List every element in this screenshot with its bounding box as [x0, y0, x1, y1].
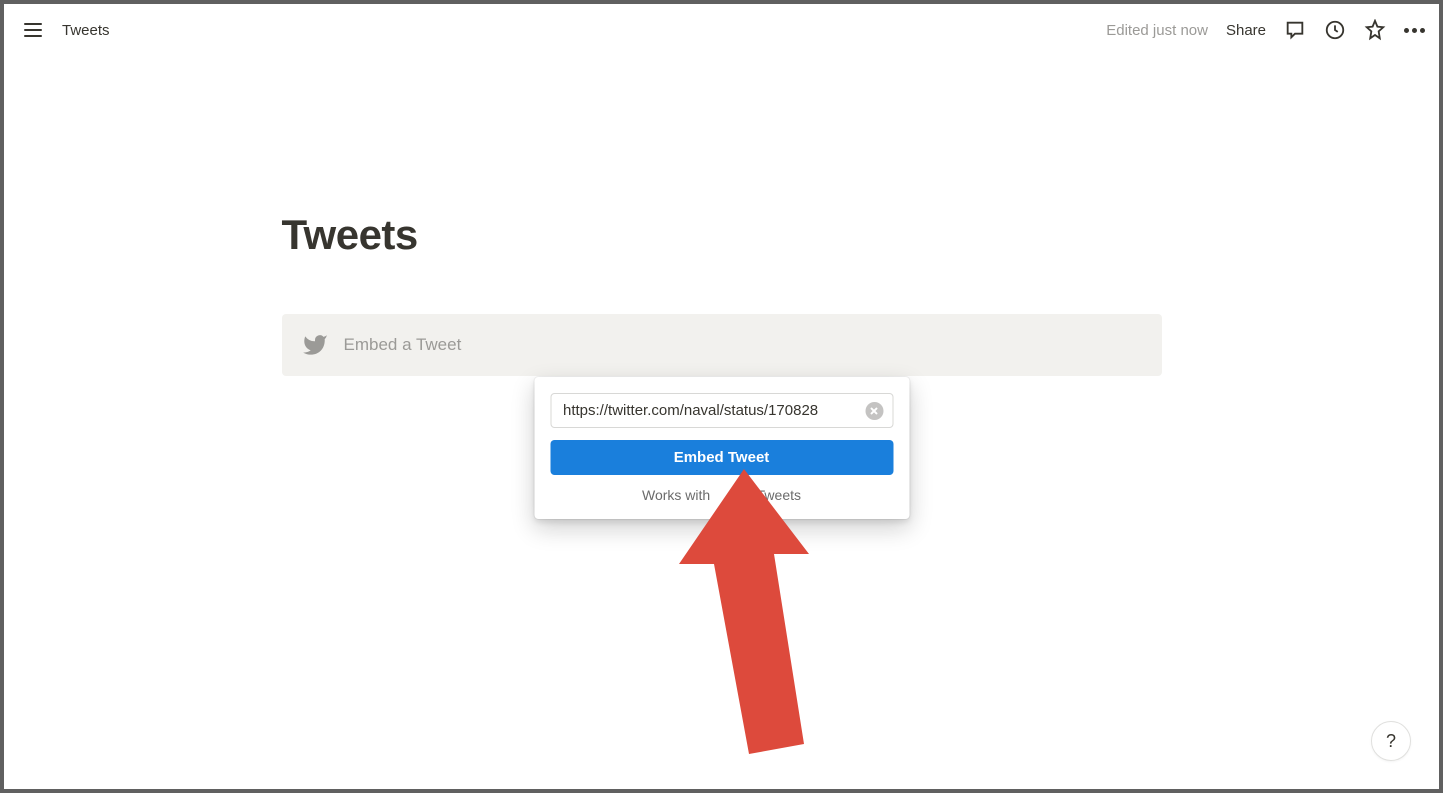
embed-placeholder: Embed a Tweet — [344, 335, 462, 355]
topbar-right: Edited just now Share — [1106, 19, 1425, 41]
help-button[interactable]: ? — [1371, 721, 1411, 761]
topbar: Tweets Edited just now Share — [4, 4, 1439, 56]
twitter-icon — [302, 332, 328, 358]
share-button[interactable]: Share — [1226, 22, 1266, 39]
hint-suffix: Tweets — [757, 487, 801, 503]
more-icon[interactable] — [1404, 28, 1425, 33]
embed-popup: Embed Tweet Works with Tweets — [534, 377, 909, 519]
updates-icon[interactable] — [1324, 19, 1346, 41]
hint-prefix: Works with — [642, 487, 710, 503]
breadcrumb[interactable]: Tweets — [62, 22, 110, 39]
clear-input-icon[interactable] — [865, 402, 883, 420]
menu-icon[interactable] — [24, 23, 42, 37]
favorite-icon[interactable] — [1364, 19, 1386, 41]
embed-tweet-block[interactable]: Embed a Tweet — [282, 314, 1162, 376]
popup-hint: Works with Tweets — [550, 487, 893, 503]
embed-tweet-button[interactable]: Embed Tweet — [550, 440, 893, 475]
edited-status: Edited just now — [1106, 22, 1208, 39]
topbar-left: Tweets — [24, 22, 110, 39]
page-title[interactable]: Tweets — [282, 211, 1162, 259]
url-input-wrapper — [550, 393, 893, 428]
page-content: Tweets Embed a Tweet — [272, 211, 1172, 376]
tweet-url-input[interactable] — [550, 393, 893, 428]
comments-icon[interactable] — [1284, 19, 1306, 41]
